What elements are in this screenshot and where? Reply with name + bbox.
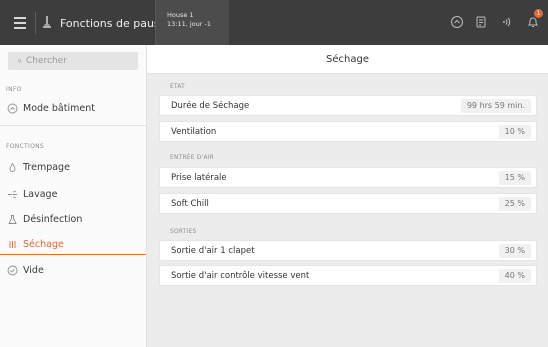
- row-value: 99 hrs 59 min.: [460, 99, 531, 113]
- divider: [35, 12, 36, 34]
- row-label: Sortie d'air 1 clapet: [171, 245, 255, 256]
- row-value: 10 %: [498, 125, 531, 139]
- row-value: 15 %: [498, 171, 531, 185]
- check-circle-icon: [6, 264, 18, 276]
- row-soft-chill[interactable]: Soft Chill 25 %: [159, 193, 537, 214]
- sidebar-item-label: Désinfection: [23, 213, 83, 225]
- row-prise-laterale[interactable]: Prise latérale 15 %: [159, 167, 537, 188]
- sidebar-item-vide[interactable]: Vide: [0, 259, 146, 281]
- drop-icon: [6, 161, 18, 173]
- row-label: Soft Chill: [171, 198, 209, 209]
- row-sortie-air-vitesse-vent[interactable]: Sortie d'air contrôle vitesse vent 40 %: [159, 265, 537, 286]
- spray-icon: [6, 188, 18, 200]
- sidebar-item-label: Mode bâtiment: [23, 102, 95, 114]
- sidebar-item-label: Trempage: [23, 161, 70, 173]
- search-box[interactable]: [8, 52, 138, 70]
- row-sortie-air-clapet[interactable]: Sortie d'air 1 clapet 30 %: [159, 240, 537, 261]
- search-input[interactable]: [22, 56, 122, 66]
- house-time: 13:11, jour -1: [167, 20, 211, 28]
- document-icon[interactable]: [472, 13, 490, 31]
- heat-icon: [6, 238, 18, 250]
- row-value: 30 %: [498, 244, 531, 258]
- notification-badge: 1: [534, 9, 543, 18]
- thermometer-icon: [42, 14, 52, 33]
- top-bar: Fonctions de pause House 1 13:11, jour -…: [0, 0, 548, 45]
- row-label: Ventilation: [171, 126, 217, 137]
- page-title: Séchage: [147, 45, 548, 74]
- row-label: Durée de Séchage: [171, 100, 250, 111]
- sidebar-item-sechage[interactable]: Séchage: [0, 233, 146, 255]
- house-name: House 1: [167, 11, 194, 19]
- app-title-area[interactable]: Fonctions de pause: [42, 14, 166, 32]
- row-value: 40 %: [498, 269, 531, 283]
- hamburger-menu-icon[interactable]: [12, 13, 32, 33]
- house-icon[interactable]: [448, 13, 466, 31]
- group-label-sorties: SORTIES: [170, 229, 197, 235]
- sidebar-item-trempage[interactable]: Trempage: [0, 156, 146, 178]
- row-label: Prise latérale: [171, 172, 227, 183]
- house-icon: [6, 102, 18, 114]
- row-duree-sechage[interactable]: Durée de Séchage 99 hrs 59 min.: [159, 95, 537, 116]
- row-label: Sortie d'air contrôle vitesse vent: [171, 270, 310, 281]
- sidebar-item-label: Lavage: [23, 188, 58, 200]
- search-icon: [8, 57, 22, 65]
- house-selector[interactable]: House 1 13:11, jour -1: [155, 0, 229, 45]
- sidebar-item-mode-batiment[interactable]: Mode bâtiment: [0, 97, 146, 119]
- app-title: Fonctions de pause: [60, 16, 167, 30]
- bell-icon[interactable]: 1: [524, 9, 543, 31]
- flask-icon: [6, 213, 18, 225]
- sidebar-item-label: Vide: [23, 264, 44, 276]
- sidebar-item-desinfection[interactable]: Désinfection: [0, 208, 146, 230]
- signal-icon[interactable]: [496, 13, 514, 31]
- row-value: 25 %: [498, 197, 531, 211]
- group-label-etat: ÉTAT: [170, 84, 186, 90]
- info-section-label: INFO: [6, 86, 22, 93]
- sidebar-item-lavage[interactable]: Lavage: [0, 183, 146, 205]
- functions-section-label: FONCTIONS: [6, 143, 45, 150]
- row-ventilation[interactable]: Ventilation 10 %: [159, 121, 537, 142]
- sidebar: INFO Mode bâtiment FONCTIONS Trempage La…: [0, 45, 147, 347]
- sidebar-divider: [0, 125, 146, 126]
- sidebar-item-label: Séchage: [23, 238, 64, 250]
- group-label-entree-air: ENTRÉE D'AIR: [170, 155, 215, 161]
